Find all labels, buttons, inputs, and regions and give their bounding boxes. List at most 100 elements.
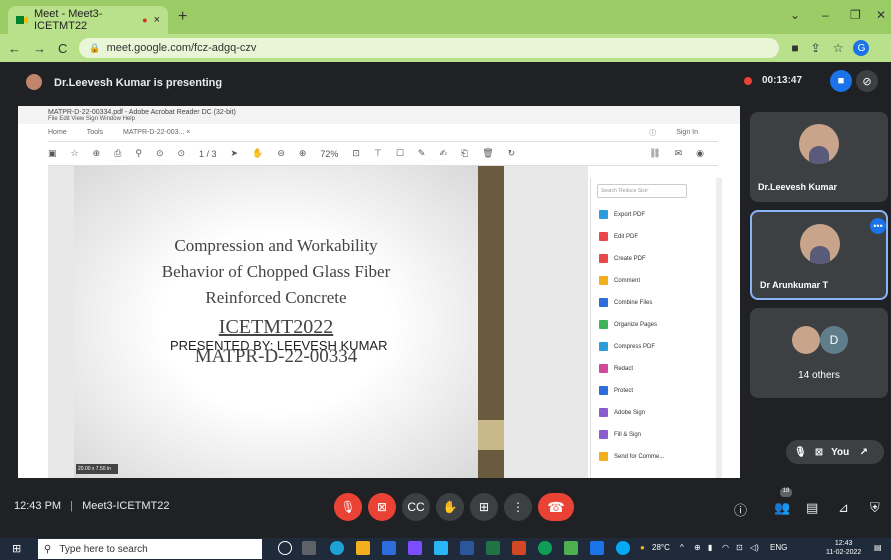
acrobat-tool-edit-pdf[interactable]: Edit PDF	[599, 232, 638, 241]
meeting-details-icon[interactable]: ⓘ	[734, 500, 747, 519]
account-icon[interactable]: ◉	[696, 148, 704, 159]
participant-tile-1[interactable]: Dr.Leevesh Kumar	[750, 112, 888, 202]
host-controls-icon[interactable]: ⛨	[870, 500, 880, 516]
word-icon[interactable]	[460, 541, 474, 555]
people-icon[interactable]: 👥	[774, 500, 790, 516]
print-icon[interactable]: ⎙	[114, 148, 121, 159]
acrobat-tool-fill-sign[interactable]: Fill & Sign	[599, 430, 641, 439]
end-call-button[interactable]: ☎	[538, 493, 574, 521]
network-icon[interactable]: ⊕	[694, 543, 701, 552]
tab-close-icon[interactable]: ×	[154, 14, 160, 26]
weather-temp[interactable]: 28°C	[652, 543, 670, 552]
pen-icon[interactable]: ✎	[418, 148, 426, 159]
windows-start-icon[interactable]: ⊞	[12, 542, 21, 555]
save-icon[interactable]: ▣	[48, 148, 57, 159]
acrobat-tool-protect[interactable]: Protect	[599, 386, 633, 395]
new-tab-button[interactable]: +	[178, 8, 187, 26]
sign-in-link[interactable]: Sign In	[676, 129, 698, 136]
profile-avatar[interactable]: G	[853, 40, 870, 56]
reload-icon[interactable]: C	[58, 41, 67, 56]
help-icon[interactable]: ⓘ	[649, 128, 656, 138]
rotate-icon[interactable]: ↻	[508, 148, 516, 159]
taskbar-search[interactable]: ⚲ Type here to search	[38, 539, 262, 559]
excel-icon[interactable]	[486, 541, 500, 555]
display-icon[interactable]: ⊡	[736, 543, 743, 552]
self-view-pill[interactable]: 🎙 ⊠ You ↗	[786, 440, 884, 464]
more-options-button[interactable]: ⋮	[504, 493, 532, 521]
captions-button[interactable]: CC	[402, 493, 430, 521]
app-icon-1[interactable]	[408, 541, 422, 555]
file-explorer-icon[interactable]	[356, 541, 370, 555]
more-options-icon[interactable]: •••	[870, 218, 886, 234]
share-link-icon[interactable]: ⛓	[649, 148, 660, 159]
tools-search-input[interactable]: Search 'Reduce Size'	[597, 184, 687, 198]
volume-icon[interactable]: ◁)	[750, 543, 759, 552]
close-window-icon[interactable]: ✕	[876, 8, 886, 22]
scroll-mode-icon[interactable]: ⊤	[374, 148, 382, 159]
hand-icon[interactable]: ✋	[252, 148, 263, 159]
search-icon[interactable]: ⚲	[135, 148, 142, 159]
forward-arrow-icon[interactable]: →	[33, 41, 46, 56]
stop-presenting-icon[interactable]: ■	[830, 70, 852, 92]
activities-icon[interactable]: ⊿	[838, 500, 849, 516]
acrobat-tool-create-pdf[interactable]: Create PDF	[599, 254, 646, 263]
battery-icon[interactable]: ▮	[708, 543, 712, 552]
fit-icon[interactable]: ⊡	[352, 148, 360, 159]
cortana-icon[interactable]	[278, 541, 292, 555]
acrobat-tool-export-pdf[interactable]: Export PDF	[599, 210, 645, 219]
acrobat-tool-redact[interactable]: Redact	[599, 364, 633, 373]
share-icon[interactable]: ⇪	[811, 41, 821, 55]
acrobat-tab-home[interactable]: Home	[48, 129, 67, 136]
comment-icon[interactable]: ☐	[396, 148, 404, 159]
present-button[interactable]: ⊞	[470, 493, 498, 521]
tray-chevron-icon[interactable]: ^	[680, 543, 684, 552]
app-icon-2[interactable]	[434, 541, 448, 555]
acrobat-tool-compress-pdf[interactable]: Compress PDF	[599, 342, 655, 351]
taskbar-clock[interactable]: 12:43 11-02-2022	[826, 539, 861, 557]
stamp-icon[interactable]: ⎗	[461, 148, 468, 159]
cursor-icon[interactable]: ➤	[231, 148, 239, 159]
camera-toggle-button[interactable]: ⊠	[368, 493, 396, 521]
task-view-icon[interactable]	[302, 541, 316, 555]
camera-permission-icon[interactable]: ■	[791, 41, 798, 55]
upload-icon[interactable]: ⊕	[93, 148, 101, 159]
acrobat-tool-combine-files[interactable]: Combine Files	[599, 298, 652, 307]
page-up-icon[interactable]: ⊙	[156, 148, 164, 159]
mic-toggle-button[interactable]: 🎙	[334, 493, 362, 521]
email-icon[interactable]: ✉	[675, 148, 683, 159]
expand-icon[interactable]: ↗	[860, 447, 868, 458]
acrobat-scrollbar[interactable]	[716, 178, 722, 478]
page-down-icon[interactable]: ⊙	[177, 148, 185, 159]
sign-icon[interactable]: ✍	[439, 148, 447, 159]
app-icon-5[interactable]	[616, 541, 630, 555]
app-icon-4[interactable]	[590, 541, 604, 555]
acrobat-tab-tools[interactable]: Tools	[87, 129, 103, 136]
store-icon[interactable]	[382, 541, 396, 555]
powerpoint-icon[interactable]	[512, 541, 526, 555]
acrobat-tool-adobe-sign[interactable]: Adobe Sign	[599, 408, 645, 417]
notifications-icon[interactable]: ▤	[874, 543, 882, 552]
bookmark-star-icon[interactable]: ☆	[833, 41, 844, 55]
tab-search-chevron-icon[interactable]: ⌄	[790, 8, 800, 22]
app-icon-3[interactable]	[564, 541, 578, 555]
browser-tab[interactable]: Meet - Meet3-ICETMT22 ● ×	[8, 6, 168, 34]
language-indicator[interactable]: ENG	[770, 543, 787, 552]
delete-icon[interactable]: 🗑	[482, 148, 493, 159]
page-indicator[interactable]: 1 / 3	[199, 149, 217, 159]
wifi-icon[interactable]: ◠	[722, 543, 729, 552]
acrobat-tab-document[interactable]: MATPR-D-22-003... ×	[123, 129, 190, 136]
edge-icon[interactable]	[330, 541, 344, 555]
acrobat-tool-organize-pages[interactable]: Organize Pages	[599, 320, 657, 329]
participant-tile-2[interactable]: Dr Arunkumar T •••	[750, 210, 888, 300]
raise-hand-button[interactable]: ✋	[436, 493, 464, 521]
maximize-icon[interactable]: ❐	[850, 8, 861, 22]
acrobat-tool-comment[interactable]: Comment	[599, 276, 640, 285]
chat-icon[interactable]: ▤	[806, 500, 818, 516]
star-icon[interactable]: ☆	[71, 148, 79, 159]
back-arrow-icon[interactable]: ←	[8, 41, 21, 56]
acrobat-tool-send-for-comme[interactable]: Send for Comme...	[599, 452, 664, 461]
zoom-level[interactable]: 72%	[320, 149, 338, 159]
others-tile[interactable]	[750, 308, 888, 398]
chrome-icon[interactable]	[538, 541, 552, 555]
zoom-in-icon[interactable]: ⊕	[299, 148, 307, 159]
